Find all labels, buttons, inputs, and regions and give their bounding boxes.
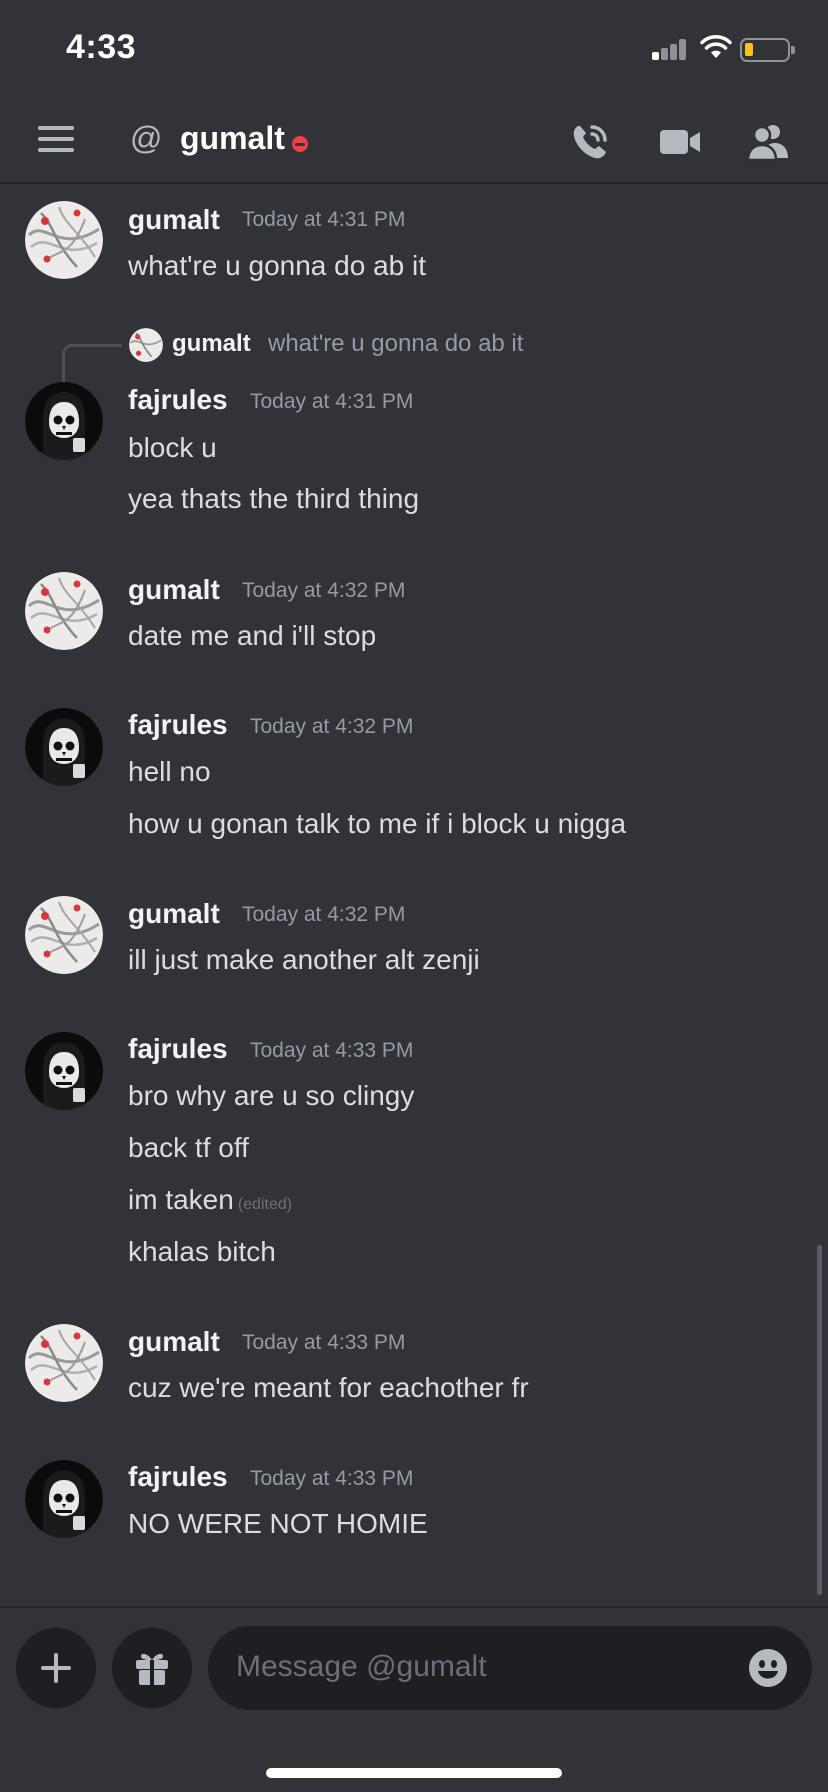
home-indicator[interactable] [266, 1768, 562, 1778]
avatar-gumalt[interactable] [25, 572, 103, 650]
message-scrollbar[interactable] [817, 1245, 822, 1595]
do-not-disturb-icon [292, 136, 308, 152]
reply-connector [62, 344, 122, 384]
avatar-fajrules[interactable] [25, 708, 103, 786]
message-text: ill just make another alt zenji [128, 944, 480, 975]
message-author[interactable]: fajrules [128, 1461, 228, 1493]
message-timestamp: Today at 4:31 PM [250, 390, 414, 413]
dm-screen: 4:33 @ gumalt gumalt Today at 4:31 PM wh… [0, 0, 828, 1792]
message-timestamp: Today at 4:33 PM [250, 1467, 414, 1490]
avatar-gumalt[interactable] [25, 896, 103, 974]
message-timestamp: Today at 4:33 PM [250, 1039, 414, 1062]
gift-button[interactable] [112, 1628, 192, 1708]
message-text: khalas bitch [128, 1236, 276, 1267]
avatar-fajrules[interactable] [25, 1460, 103, 1538]
message-text: NO WERE NOT HOMIE [128, 1508, 428, 1539]
avatar-gumalt[interactable] [25, 1324, 103, 1402]
message-composer: Message @gumalt [0, 1606, 828, 1792]
message-text: back tf off [128, 1132, 249, 1163]
status-time: 4:33 [66, 28, 137, 66]
message-text: date me and i'll stop [128, 620, 377, 651]
message-text: yea thats the third thing [128, 483, 420, 514]
channel-header: @ gumalt [0, 100, 828, 184]
message-author[interactable]: fajrules [128, 1033, 228, 1065]
message-text: block u [128, 432, 217, 463]
reply-author[interactable]: gumalt [172, 330, 251, 358]
message-text: cuz we're meant for eachother fr [128, 1372, 529, 1403]
reply-text[interactable]: what're u gonna do ab it [268, 330, 523, 358]
message-text: im taken [128, 1184, 234, 1215]
message-input-placeholder: Message @gumalt [236, 1650, 487, 1683]
message-text-edited: im taken (edited) [128, 1184, 292, 1216]
avatar-gumalt[interactable] [25, 201, 103, 279]
gift-icon [136, 1653, 168, 1685]
avatar-fajrules[interactable] [25, 382, 103, 460]
message-text: how u gonan talk to me if i block u nigg… [128, 808, 627, 839]
channel-name[interactable]: gumalt [180, 120, 285, 157]
message-author[interactable]: gumalt [128, 574, 220, 606]
message-author[interactable]: gumalt [128, 1326, 220, 1358]
members-icon[interactable] [746, 120, 790, 164]
message-timestamp: Today at 4:32 PM [242, 579, 406, 602]
message-author[interactable]: fajrules [128, 384, 228, 416]
message-text: bro why are u so clingy [128, 1080, 415, 1111]
message-timestamp: Today at 4:32 PM [250, 715, 414, 738]
message-input[interactable]: Message @gumalt [208, 1626, 812, 1710]
message-text: hell no [128, 756, 211, 787]
at-icon: @ [130, 120, 163, 156]
message-text: what're u gonna do ab it [128, 250, 427, 281]
message-list[interactable]: gumalt Today at 4:31 PM what're u gonna … [0, 186, 828, 1606]
message-author[interactable]: gumalt [128, 898, 220, 930]
message-author[interactable]: fajrules [128, 709, 228, 741]
add-attachment-button[interactable] [16, 1628, 96, 1708]
message-author[interactable]: gumalt [128, 204, 220, 236]
message-timestamp: Today at 4:31 PM [242, 208, 406, 231]
emoji-icon[interactable] [748, 1648, 788, 1688]
status-bar: 4:33 [0, 0, 828, 100]
battery-icon [740, 38, 795, 62]
cellular-signal-icon [652, 38, 688, 60]
avatar-fajrules[interactable] [25, 1032, 103, 1110]
reply-avatar-gumalt[interactable] [129, 328, 163, 362]
message-timestamp: Today at 4:32 PM [242, 903, 406, 926]
edited-label: (edited) [237, 1196, 293, 1213]
hamburger-icon[interactable] [38, 126, 74, 152]
wifi-icon [700, 35, 732, 58]
video-camera-icon[interactable] [658, 120, 702, 164]
phone-call-icon[interactable] [568, 120, 612, 164]
message-timestamp: Today at 4:33 PM [242, 1331, 406, 1354]
